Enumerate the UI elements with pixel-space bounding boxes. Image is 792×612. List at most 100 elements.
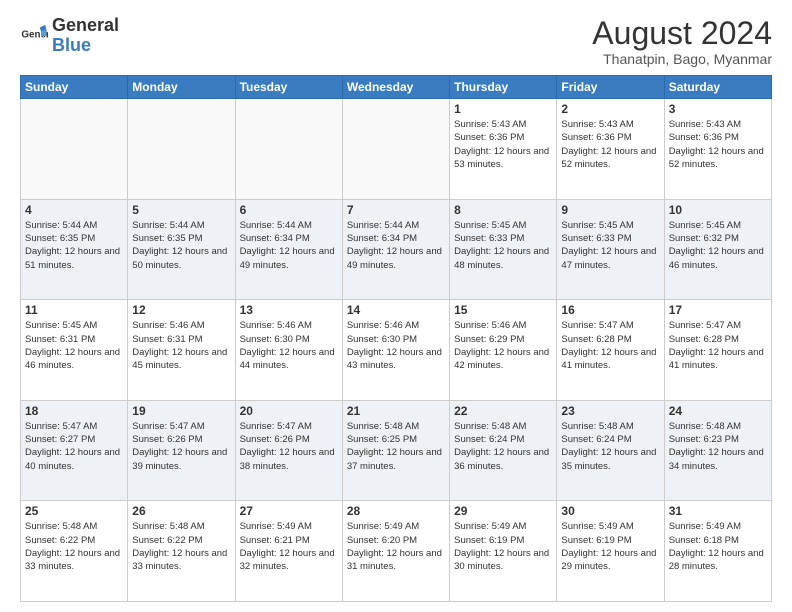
day-info: Sunrise: 5:46 AM Sunset: 6:30 PM Dayligh…	[347, 319, 445, 372]
daylight-label: Daylight: 12 hours and 49 minutes.	[240, 246, 335, 270]
logo-text: GeneralBlue	[52, 16, 119, 56]
title-area: August 2024 Thanatpin, Bago, Myanmar	[592, 16, 772, 67]
day-info: Sunrise: 5:45 AM Sunset: 6:33 PM Dayligh…	[561, 219, 659, 272]
day-number: 28	[347, 504, 445, 518]
calendar-cell: 26 Sunrise: 5:48 AM Sunset: 6:22 PM Dayl…	[128, 501, 235, 602]
day-info: Sunrise: 5:49 AM Sunset: 6:19 PM Dayligh…	[561, 520, 659, 573]
calendar-cell: 7 Sunrise: 5:44 AM Sunset: 6:34 PM Dayli…	[342, 199, 449, 300]
th-thursday: Thursday	[450, 76, 557, 99]
th-tuesday: Tuesday	[235, 76, 342, 99]
sunrise-label: Sunrise: 5:49 AM	[454, 521, 526, 532]
sunset-label: Sunset: 6:21 PM	[240, 535, 310, 546]
daylight-label: Daylight: 12 hours and 46 minutes.	[669, 246, 764, 270]
sunrise-label: Sunrise: 5:44 AM	[347, 220, 419, 231]
calendar-cell: 6 Sunrise: 5:44 AM Sunset: 6:34 PM Dayli…	[235, 199, 342, 300]
day-number: 8	[454, 203, 552, 217]
daylight-label: Daylight: 12 hours and 32 minutes.	[240, 548, 335, 572]
daylight-label: Daylight: 12 hours and 51 minutes.	[25, 246, 120, 270]
sunrise-label: Sunrise: 5:47 AM	[240, 421, 312, 432]
day-number: 16	[561, 303, 659, 317]
sunrise-label: Sunrise: 5:44 AM	[240, 220, 312, 231]
day-number: 24	[669, 404, 767, 418]
day-info: Sunrise: 5:44 AM Sunset: 6:34 PM Dayligh…	[240, 219, 338, 272]
month-title: August 2024	[592, 16, 772, 51]
calendar-cell: 18 Sunrise: 5:47 AM Sunset: 6:27 PM Dayl…	[21, 400, 128, 501]
day-info: Sunrise: 5:48 AM Sunset: 6:22 PM Dayligh…	[132, 520, 230, 573]
sunrise-label: Sunrise: 5:49 AM	[347, 521, 419, 532]
day-info: Sunrise: 5:44 AM Sunset: 6:34 PM Dayligh…	[347, 219, 445, 272]
sunrise-label: Sunrise: 5:46 AM	[347, 320, 419, 331]
day-info: Sunrise: 5:46 AM Sunset: 6:31 PM Dayligh…	[132, 319, 230, 372]
daylight-label: Daylight: 12 hours and 46 minutes.	[25, 347, 120, 371]
day-info: Sunrise: 5:48 AM Sunset: 6:22 PM Dayligh…	[25, 520, 123, 573]
sunrise-label: Sunrise: 5:45 AM	[25, 320, 97, 331]
sunset-label: Sunset: 6:23 PM	[669, 434, 739, 445]
calendar-cell: 8 Sunrise: 5:45 AM Sunset: 6:33 PM Dayli…	[450, 199, 557, 300]
calendar-cell: 20 Sunrise: 5:47 AM Sunset: 6:26 PM Dayl…	[235, 400, 342, 501]
logo-blue: Blue	[52, 35, 91, 55]
daylight-label: Daylight: 12 hours and 48 minutes.	[454, 246, 549, 270]
calendar-cell: 22 Sunrise: 5:48 AM Sunset: 6:24 PM Dayl…	[450, 400, 557, 501]
sunset-label: Sunset: 6:25 PM	[347, 434, 417, 445]
day-number: 7	[347, 203, 445, 217]
day-number: 9	[561, 203, 659, 217]
sunrise-label: Sunrise: 5:45 AM	[561, 220, 633, 231]
daylight-label: Daylight: 12 hours and 41 minutes.	[669, 347, 764, 371]
calendar-cell: 4 Sunrise: 5:44 AM Sunset: 6:35 PM Dayli…	[21, 199, 128, 300]
day-info: Sunrise: 5:45 AM Sunset: 6:33 PM Dayligh…	[454, 219, 552, 272]
daylight-label: Daylight: 12 hours and 35 minutes.	[561, 447, 656, 471]
day-info: Sunrise: 5:46 AM Sunset: 6:29 PM Dayligh…	[454, 319, 552, 372]
sunrise-label: Sunrise: 5:44 AM	[132, 220, 204, 231]
day-number: 13	[240, 303, 338, 317]
sunset-label: Sunset: 6:22 PM	[25, 535, 95, 546]
sunrise-label: Sunrise: 5:47 AM	[25, 421, 97, 432]
daylight-label: Daylight: 12 hours and 52 minutes.	[561, 146, 656, 170]
daylight-label: Daylight: 12 hours and 33 minutes.	[132, 548, 227, 572]
day-number: 10	[669, 203, 767, 217]
day-number: 29	[454, 504, 552, 518]
sunrise-label: Sunrise: 5:43 AM	[561, 119, 633, 130]
sunset-label: Sunset: 6:35 PM	[25, 233, 95, 244]
sunset-label: Sunset: 6:28 PM	[669, 334, 739, 345]
sunrise-label: Sunrise: 5:48 AM	[132, 521, 204, 532]
daylight-label: Daylight: 12 hours and 45 minutes.	[132, 347, 227, 371]
daylight-label: Daylight: 12 hours and 38 minutes.	[240, 447, 335, 471]
day-number: 4	[25, 203, 123, 217]
calendar-cell: 24 Sunrise: 5:48 AM Sunset: 6:23 PM Dayl…	[664, 400, 771, 501]
calendar-cell: 14 Sunrise: 5:46 AM Sunset: 6:30 PM Dayl…	[342, 300, 449, 401]
daylight-label: Daylight: 12 hours and 49 minutes.	[347, 246, 442, 270]
day-info: Sunrise: 5:48 AM Sunset: 6:23 PM Dayligh…	[669, 420, 767, 473]
daylight-label: Daylight: 12 hours and 53 minutes.	[454, 146, 549, 170]
sunset-label: Sunset: 6:36 PM	[454, 132, 524, 143]
calendar-cell	[235, 99, 342, 200]
calendar-cell: 19 Sunrise: 5:47 AM Sunset: 6:26 PM Dayl…	[128, 400, 235, 501]
daylight-label: Daylight: 12 hours and 29 minutes.	[561, 548, 656, 572]
calendar: Sunday Monday Tuesday Wednesday Thursday…	[20, 75, 772, 602]
daylight-label: Daylight: 12 hours and 40 minutes.	[25, 447, 120, 471]
sunrise-label: Sunrise: 5:45 AM	[669, 220, 741, 231]
calendar-cell: 27 Sunrise: 5:49 AM Sunset: 6:21 PM Dayl…	[235, 501, 342, 602]
calendar-cell: 9 Sunrise: 5:45 AM Sunset: 6:33 PM Dayli…	[557, 199, 664, 300]
sunset-label: Sunset: 6:33 PM	[454, 233, 524, 244]
daylight-label: Daylight: 12 hours and 39 minutes.	[132, 447, 227, 471]
sunrise-label: Sunrise: 5:43 AM	[454, 119, 526, 130]
day-info: Sunrise: 5:49 AM Sunset: 6:18 PM Dayligh…	[669, 520, 767, 573]
calendar-cell: 28 Sunrise: 5:49 AM Sunset: 6:20 PM Dayl…	[342, 501, 449, 602]
logo-icon: General	[20, 22, 48, 50]
calendar-body: 1 Sunrise: 5:43 AM Sunset: 6:36 PM Dayli…	[21, 99, 772, 602]
calendar-cell: 21 Sunrise: 5:48 AM Sunset: 6:25 PM Dayl…	[342, 400, 449, 501]
calendar-cell: 1 Sunrise: 5:43 AM Sunset: 6:36 PM Dayli…	[450, 99, 557, 200]
day-number: 31	[669, 504, 767, 518]
calendar-cell	[342, 99, 449, 200]
day-number: 3	[669, 102, 767, 116]
week-row-3: 11 Sunrise: 5:45 AM Sunset: 6:31 PM Dayl…	[21, 300, 772, 401]
daylight-label: Daylight: 12 hours and 34 minutes.	[669, 447, 764, 471]
calendar-cell: 13 Sunrise: 5:46 AM Sunset: 6:30 PM Dayl…	[235, 300, 342, 401]
day-info: Sunrise: 5:43 AM Sunset: 6:36 PM Dayligh…	[454, 118, 552, 171]
sunset-label: Sunset: 6:27 PM	[25, 434, 95, 445]
logo: General GeneralBlue	[20, 16, 119, 56]
day-number: 21	[347, 404, 445, 418]
sunrise-label: Sunrise: 5:48 AM	[561, 421, 633, 432]
calendar-cell: 12 Sunrise: 5:46 AM Sunset: 6:31 PM Dayl…	[128, 300, 235, 401]
daylight-label: Daylight: 12 hours and 33 minutes.	[25, 548, 120, 572]
